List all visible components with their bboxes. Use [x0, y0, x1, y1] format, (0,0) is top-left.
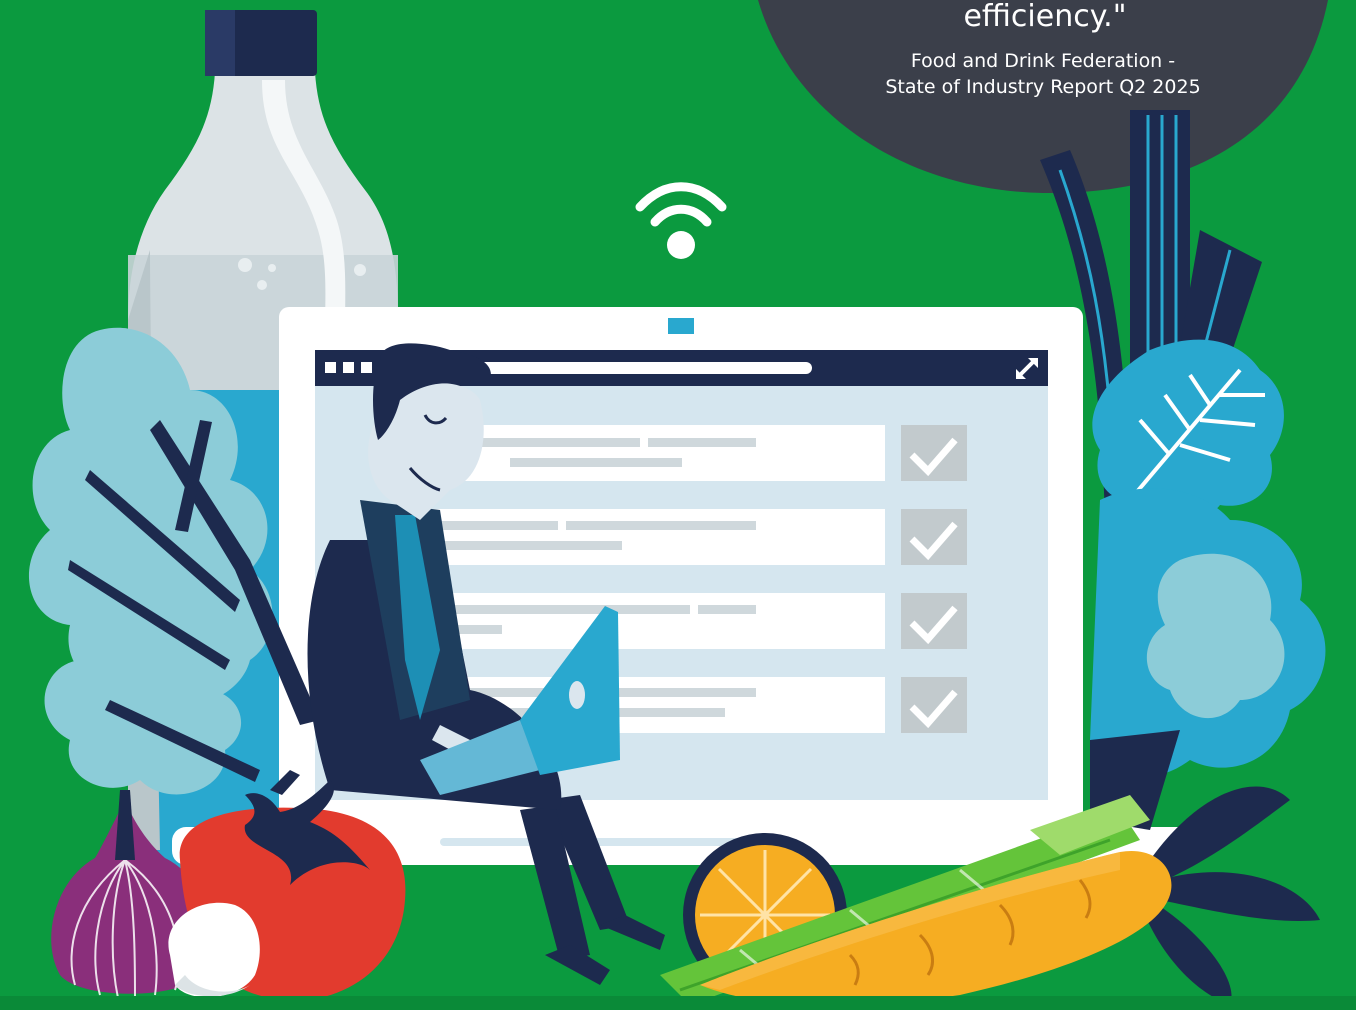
list-row-2 [420, 509, 967, 565]
ground [0, 996, 1356, 1010]
illustration-artwork [0, 0, 1356, 1010]
quote-source: Food and Drink Federation - State of Ind… [860, 48, 1226, 100]
webcam [668, 318, 694, 334]
wifi-icon [635, 182, 727, 259]
promo-illustration: efficiency." Food and Drink Federation -… [0, 0, 1356, 1010]
carrot-leaves [1145, 786, 1320, 1005]
list-row-3 [420, 593, 967, 649]
quote-text: efficiency." [963, 0, 1127, 34]
quote-source-line2: State of Industry Report Q2 2025 [885, 76, 1201, 98]
egg [168, 902, 260, 998]
quote-source-line1: Food and Drink Federation - [910, 50, 1176, 72]
window-dots-icon [325, 362, 372, 373]
list-row-1 [420, 425, 967, 481]
